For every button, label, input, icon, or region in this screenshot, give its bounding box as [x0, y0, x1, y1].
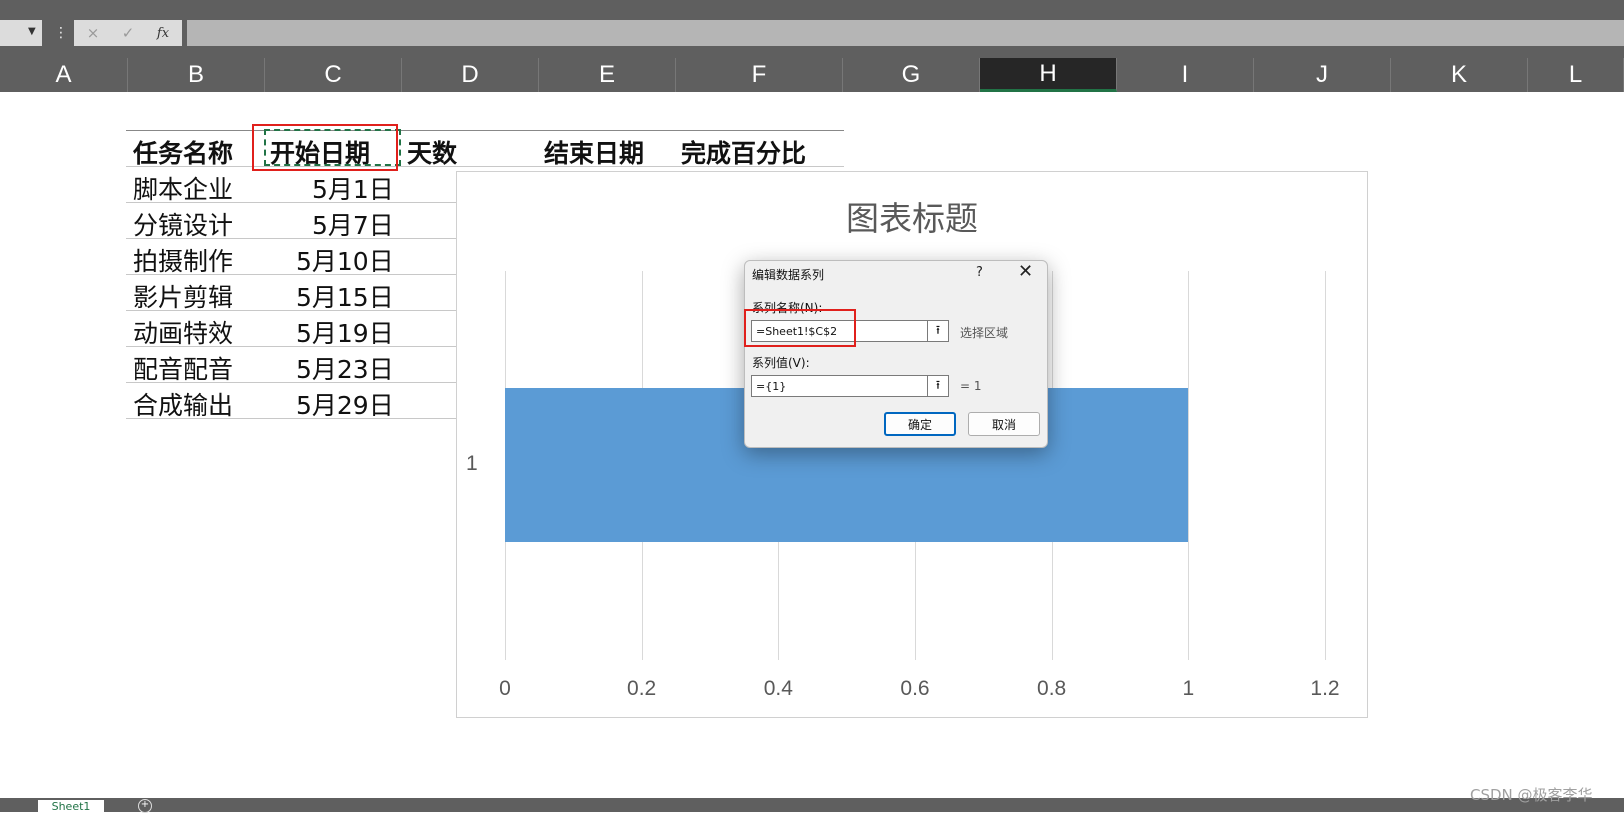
insert-function-icon[interactable]: fx	[148, 20, 178, 46]
highlight-box-series-name	[744, 309, 856, 347]
cancel-button[interactable]: 取消	[968, 412, 1040, 436]
start-date-cell[interactable]: 5月29日	[296, 386, 394, 422]
x-tick-label: 0.8	[1037, 677, 1067, 700]
watermark: CSDN @极客李华	[1470, 786, 1593, 804]
column-header-b[interactable]: B	[128, 58, 265, 92]
column-header-k[interactable]: K	[1391, 58, 1528, 92]
column-header-i[interactable]: I	[1117, 58, 1254, 92]
x-tick-label: 0	[499, 677, 511, 700]
series-name-preview: 选择区域	[960, 326, 1009, 340]
row-divider	[126, 418, 456, 419]
task-name-cell[interactable]: 拍摄制作	[133, 242, 233, 278]
header-percent[interactable]: 完成百分比	[681, 134, 806, 170]
column-header-j[interactable]: J	[1254, 58, 1391, 92]
check-icon[interactable]: ✓	[113, 20, 143, 46]
sheet-tab[interactable]: Sheet1	[38, 800, 104, 812]
task-name-cell[interactable]: 脚本企业	[133, 170, 233, 206]
task-name-cell[interactable]: 分镜设计	[133, 206, 233, 242]
start-date-cell[interactable]: 5月23日	[296, 350, 394, 386]
header-end-date[interactable]: 结束日期	[544, 134, 644, 170]
ok-button[interactable]: 确定	[884, 412, 956, 436]
task-name-cell[interactable]: 动画特效	[133, 314, 233, 350]
cancel-icon[interactable]: ×	[78, 20, 108, 46]
range-picker-icon[interactable]: ⭱	[927, 320, 949, 342]
chart-title[interactable]: 图表标题	[456, 192, 1368, 240]
row-divider	[126, 346, 456, 347]
series-values-label: 系列值(V):	[752, 356, 810, 370]
series-values-preview: = 1	[960, 379, 982, 393]
close-icon[interactable]: ✕	[1018, 261, 1033, 282]
start-date-cell[interactable]: 5月10日	[296, 242, 394, 278]
task-name-cell[interactable]: 合成输出	[133, 386, 233, 422]
x-tick-label: 0.2	[627, 677, 657, 700]
start-date-cell[interactable]: 5月7日	[312, 206, 394, 242]
x-tick-label: 1.2	[1310, 677, 1340, 700]
range-picker-icon[interactable]: ⭱	[927, 375, 949, 397]
x-tick-label: 1	[1182, 677, 1195, 700]
start-date-cell[interactable]: 5月15日	[296, 278, 394, 314]
start-date-cell[interactable]: 5月19日	[296, 314, 394, 350]
start-date-cell[interactable]: 5月1日	[312, 170, 394, 206]
column-header-l[interactable]: L	[1528, 58, 1624, 92]
column-header-d[interactable]: D	[402, 58, 539, 92]
header-task-name[interactable]: 任务名称	[133, 134, 233, 170]
dialog-title: 编辑数据系列	[752, 268, 825, 282]
row-divider	[126, 238, 456, 239]
task-name-cell[interactable]: 配音配音	[133, 350, 233, 386]
column-header-e[interactable]: E	[539, 58, 676, 92]
x-tick-label: 0.6	[900, 677, 930, 700]
row-divider	[126, 166, 844, 167]
chevron-down-icon[interactable]: ▼	[28, 26, 36, 37]
header-days[interactable]: 天数	[407, 134, 457, 170]
gridline	[1325, 271, 1326, 660]
x-tick-label: 0.4	[763, 677, 793, 700]
row-divider	[126, 202, 456, 203]
formula-input[interactable]	[187, 20, 1624, 46]
gridline	[1188, 271, 1190, 660]
highlight-box-c2	[252, 124, 398, 171]
column-header-g[interactable]: G	[843, 58, 980, 92]
add-sheet-icon[interactable]: +	[138, 799, 152, 813]
help-icon[interactable]: ?	[976, 265, 983, 280]
column-header-f[interactable]: F	[676, 58, 843, 92]
header-top-border	[126, 130, 844, 131]
sheet-tab-bar	[0, 798, 1624, 812]
y-category-label: 1	[466, 452, 478, 475]
column-header-a[interactable]: A	[0, 58, 128, 92]
row-divider	[126, 382, 456, 383]
series-values-input[interactable]: ={1}	[751, 375, 929, 397]
column-header-h[interactable]: H	[980, 58, 1117, 92]
more-icon: ⋮	[54, 25, 68, 41]
column-header-c[interactable]: C	[265, 58, 402, 92]
task-name-cell[interactable]: 影片剪辑	[133, 278, 233, 314]
row-divider	[126, 310, 456, 311]
row-divider	[126, 274, 456, 275]
